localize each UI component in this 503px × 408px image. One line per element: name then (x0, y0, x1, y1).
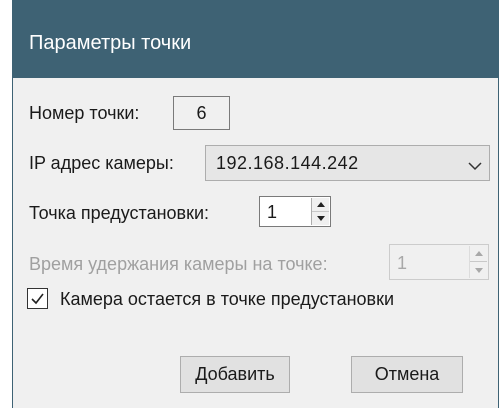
camera-ip-combobox[interactable]: 192.168.144.242 (205, 145, 490, 181)
stay-at-preset-label[interactable]: Камера остается в точке предустановки (60, 289, 394, 310)
preset-decrement-button[interactable] (312, 212, 329, 226)
chevron-down-icon[interactable] (467, 156, 483, 171)
camera-ip-value: 192.168.144.242 (216, 153, 359, 173)
dialog-title: Параметры точки (29, 32, 192, 54)
preset-label: Точка предустановки: (29, 203, 210, 223)
hold-time-value[interactable]: 1 (397, 253, 407, 274)
preset-increment-button[interactable] (312, 198, 329, 212)
preset-value[interactable]: 1 (267, 202, 277, 223)
triangle-down-icon (316, 215, 325, 221)
point-settings-dialog: Параметры точки Номер точки: 6 IP адрес … (12, 0, 499, 408)
triangle-down-icon (474, 267, 483, 273)
hold-time-increment-button[interactable] (470, 246, 487, 262)
add-button[interactable]: Добавить (180, 356, 290, 393)
preset-spinbox[interactable]: 1 (259, 196, 331, 227)
cancel-button[interactable]: Отмена (351, 356, 463, 393)
title-bar[interactable]: Параметры точки (13, 0, 498, 78)
preset-spin-buttons (311, 198, 329, 225)
stay-at-preset-checkbox[interactable] (27, 288, 48, 309)
hold-time-decrement-button[interactable] (470, 262, 487, 278)
point-number-value: 6 (173, 96, 230, 130)
hold-time-label: Время удержания камеры на точке: (29, 254, 328, 274)
background-strip (0, 0, 12, 408)
triangle-up-icon (474, 251, 483, 256)
hold-time-spinbox[interactable]: 1 (389, 244, 489, 280)
hold-time-spin-buttons (469, 246, 487, 278)
checkmark-icon (31, 293, 44, 305)
point-number-label: Номер точки: (29, 103, 140, 123)
camera-ip-label: IP адрес камеры: (29, 153, 174, 173)
triangle-up-icon (316, 201, 325, 207)
